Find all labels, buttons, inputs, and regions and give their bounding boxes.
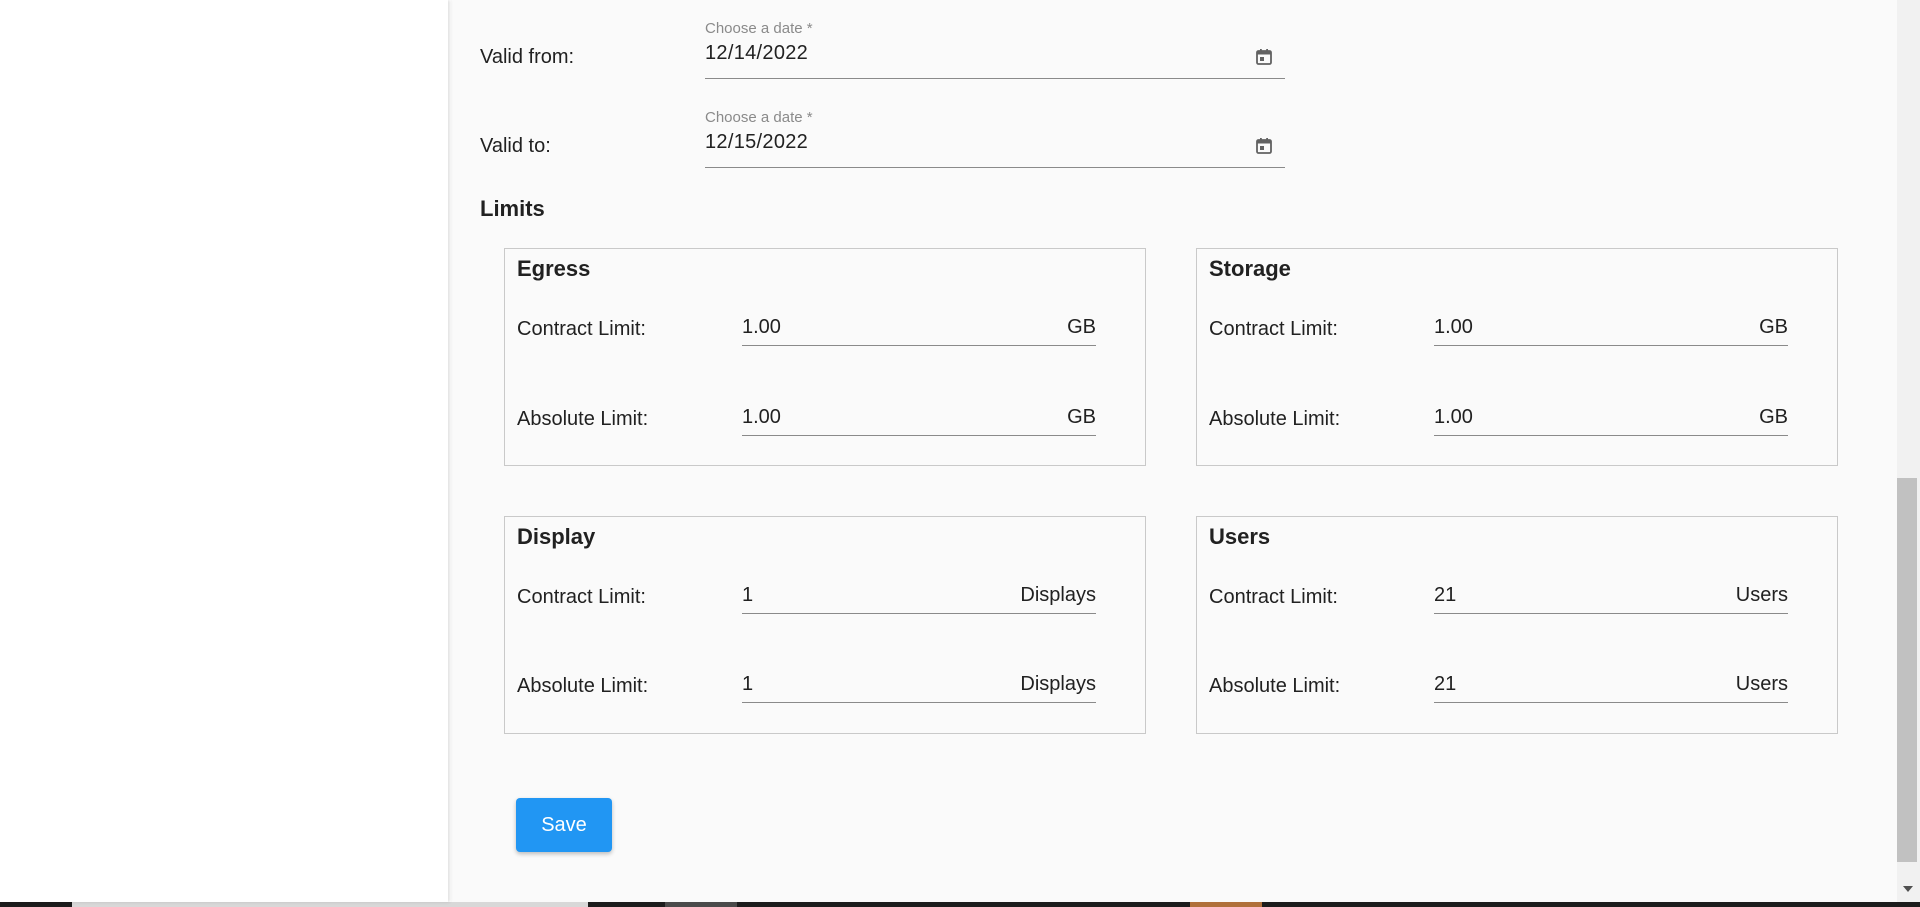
card-title: Display <box>517 524 596 549</box>
unit-suffix: Displays <box>1020 673 1096 695</box>
taskbar-strip <box>0 902 1920 907</box>
contract-limit-value[interactable]: 1 <box>742 584 753 607</box>
unit-suffix: GB <box>1067 316 1096 338</box>
absolute-limit-value[interactable]: 1.00 <box>742 406 781 429</box>
contract-limit-input[interactable]: 21 Users <box>1434 581 1788 614</box>
absolute-limit-value[interactable]: 21 <box>1434 673 1456 696</box>
valid-from-value[interactable]: 12/14/2022 <box>705 42 808 65</box>
absolute-limit-input[interactable]: 1.00 GB <box>742 403 1096 436</box>
taskbar-item[interactable] <box>1190 902 1262 907</box>
limit-card-users: Users Contract Limit: 21 Users Absolute … <box>1196 516 1838 734</box>
unit-suffix: GB <box>1067 406 1096 428</box>
absolute-limit-label: Absolute Limit: <box>517 675 649 697</box>
taskbar-item[interactable] <box>72 902 588 907</box>
absolute-limit-label: Absolute Limit: <box>1209 675 1341 697</box>
contract-limit-input[interactable]: 1.00 GB <box>1434 313 1788 346</box>
card-title: Storage <box>1209 256 1291 281</box>
contract-limit-value[interactable]: 1.00 <box>742 316 781 339</box>
contract-limit-label: Contract Limit: <box>1209 586 1338 608</box>
valid-to-label: Valid to: <box>480 135 551 157</box>
contract-limit-label: Contract Limit: <box>517 586 646 608</box>
taskbar-item[interactable] <box>665 902 737 907</box>
vertical-scrollbar[interactable] <box>1897 0 1920 902</box>
left-panel <box>0 0 448 902</box>
card-title: Egress <box>517 256 591 281</box>
page: Valid from: Choose a date * 12/14/2022 V… <box>0 0 1920 907</box>
limit-card-egress: Egress Contract Limit: 1.00 GB Absolute … <box>504 248 1146 466</box>
unit-suffix: GB <box>1759 406 1788 428</box>
limit-card-display: Display Contract Limit: 1 Displays Absol… <box>504 516 1146 734</box>
absolute-limit-value[interactable]: 1.00 <box>1434 406 1473 429</box>
card-title: Users <box>1209 524 1271 549</box>
limits-title: Limits <box>480 196 545 221</box>
absolute-limit-input[interactable]: 1.00 GB <box>1434 403 1788 436</box>
limit-card-storage: Storage Contract Limit: 1.00 GB Absolute… <box>1196 248 1838 466</box>
unit-suffix: Users <box>1735 673 1788 695</box>
contract-limit-value[interactable]: 21 <box>1434 584 1456 607</box>
valid-from-label: Valid from: <box>480 46 575 68</box>
unit-suffix: Users <box>1735 584 1788 606</box>
valid-from-date-field[interactable]: Choose a date * 12/14/2022 <box>705 20 1285 79</box>
contract-limit-input[interactable]: 1.00 GB <box>742 313 1096 346</box>
valid-from-field-label: Choose a date * <box>705 20 813 37</box>
absolute-limit-input[interactable]: 1 Displays <box>742 670 1096 703</box>
scrollbar-thumb[interactable] <box>1897 478 1917 862</box>
scroll-down-arrow-icon[interactable] <box>1903 886 1913 892</box>
absolute-limit-label: Absolute Limit: <box>517 408 649 430</box>
absolute-limit-label: Absolute Limit: <box>1209 408 1341 430</box>
calendar-icon[interactable] <box>1255 48 1273 66</box>
valid-to-value[interactable]: 12/15/2022 <box>705 131 808 154</box>
valid-to-field-label: Choose a date * <box>705 109 813 126</box>
save-button[interactable]: Save <box>516 798 612 852</box>
contract-limit-label: Contract Limit: <box>1209 318 1338 340</box>
absolute-limit-input[interactable]: 21 Users <box>1434 670 1788 703</box>
main-content: Valid from: Choose a date * 12/14/2022 V… <box>451 0 1897 902</box>
unit-suffix: GB <box>1759 316 1788 338</box>
absolute-limit-value[interactable]: 1 <box>742 673 753 696</box>
contract-limit-input[interactable]: 1 Displays <box>742 581 1096 614</box>
calendar-icon[interactable] <box>1255 137 1273 155</box>
valid-to-date-field[interactable]: Choose a date * 12/15/2022 <box>705 109 1285 168</box>
unit-suffix: Displays <box>1020 584 1096 606</box>
contract-limit-label: Contract Limit: <box>517 318 646 340</box>
contract-limit-value[interactable]: 1.00 <box>1434 316 1473 339</box>
